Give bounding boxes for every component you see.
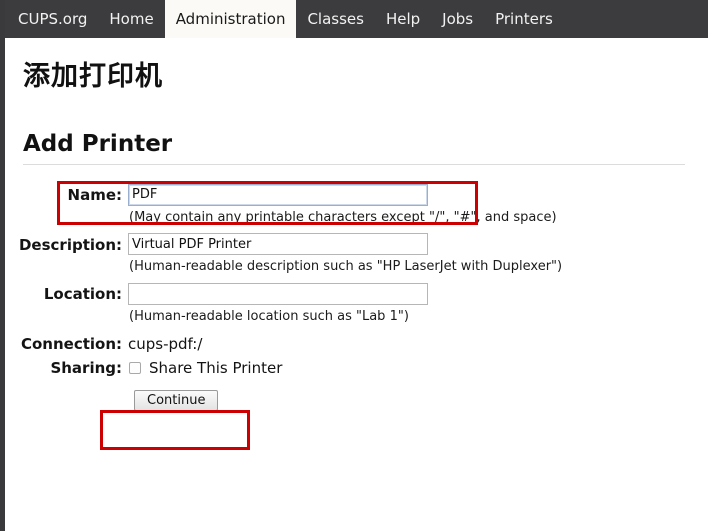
nav-item-label: Printers — [495, 9, 553, 28]
page-title: 添加打印机 — [23, 61, 163, 92]
name-input[interactable] — [128, 183, 428, 206]
description-input[interactable] — [128, 233, 428, 255]
sharing-label: Sharing: — [50, 358, 122, 377]
nav-item-classes[interactable]: Classes — [296, 0, 375, 38]
nav-item-administration[interactable]: Administration — [164, 0, 297, 38]
form-row-description: Description: (Human-readable description… — [0, 233, 708, 283]
form-row-location: Location: (Human-readable location such … — [0, 282, 708, 332]
form-row-sharing: Sharing: Share This Printer — [0, 356, 708, 380]
page-content: 添加打印机 Add Printer Name: (May contain any… — [0, 38, 708, 531]
form-row-submit: Continue — [0, 380, 708, 411]
connection-field-wrapper: cups-pdf:/ — [128, 332, 708, 356]
connection-label: Connection: — [20, 334, 122, 353]
submit-field-wrapper: Continue — [128, 380, 708, 411]
nav-item-jobs[interactable]: Jobs — [431, 0, 484, 38]
add-printer-form: Name: (May contain any printable charact… — [0, 183, 708, 411]
viewport-left-edge-strip — [0, 0, 5, 531]
form-row-name: Name: (May contain any printable charact… — [0, 183, 708, 233]
nav-item-help[interactable]: Help — [375, 0, 431, 38]
name-hint: (May contain any printable characters ex… — [129, 209, 557, 225]
description-field-wrapper: (Human-readable description such as "HP … — [128, 233, 708, 283]
nav-item-home[interactable]: Home — [98, 0, 164, 38]
description-hint: (Human-readable description such as "HP … — [129, 259, 563, 274]
nav-item-label: CUPS.org — [18, 9, 88, 28]
name-field-wrapper: (May contain any printable characters ex… — [128, 183, 708, 233]
nav-item-label: Classes — [307, 9, 364, 28]
heading-divider — [23, 164, 685, 165]
share-this-printer-label: Share This Printer — [149, 358, 283, 377]
sharing-field-wrapper: Share This Printer — [128, 356, 708, 380]
nav-item-label: Help — [385, 9, 421, 28]
description-label: Description: — [18, 235, 122, 254]
nav-item-printers[interactable]: Printers — [484, 0, 564, 38]
continue-button[interactable]: Continue — [134, 389, 219, 411]
location-hint: (Human-readable location such as "Lab 1"… — [129, 308, 409, 324]
location-input[interactable] — [128, 282, 428, 305]
name-label: Name: — [67, 186, 122, 204]
nav-item-label: Administration — [175, 9, 286, 28]
connection-value: cups-pdf:/ — [128, 334, 203, 353]
nav-item-label: Home — [109, 9, 154, 28]
share-this-printer-checkbox[interactable] — [129, 361, 141, 374]
nav-item-label: Jobs — [442, 9, 474, 28]
section-heading-add-printer: Add Printer — [23, 131, 173, 157]
nav-item-cups-org[interactable]: CUPS.org — [7, 0, 98, 38]
location-label: Location: — [43, 285, 122, 303]
top-navigation-bar: CUPS.org Home Administration Classes Hel… — [0, 0, 708, 38]
form-row-connection: Connection: cups-pdf:/ — [0, 332, 708, 356]
location-field-wrapper: (Human-readable location such as "Lab 1"… — [128, 282, 708, 332]
share-this-printer-row: Share This Printer — [128, 356, 708, 380]
